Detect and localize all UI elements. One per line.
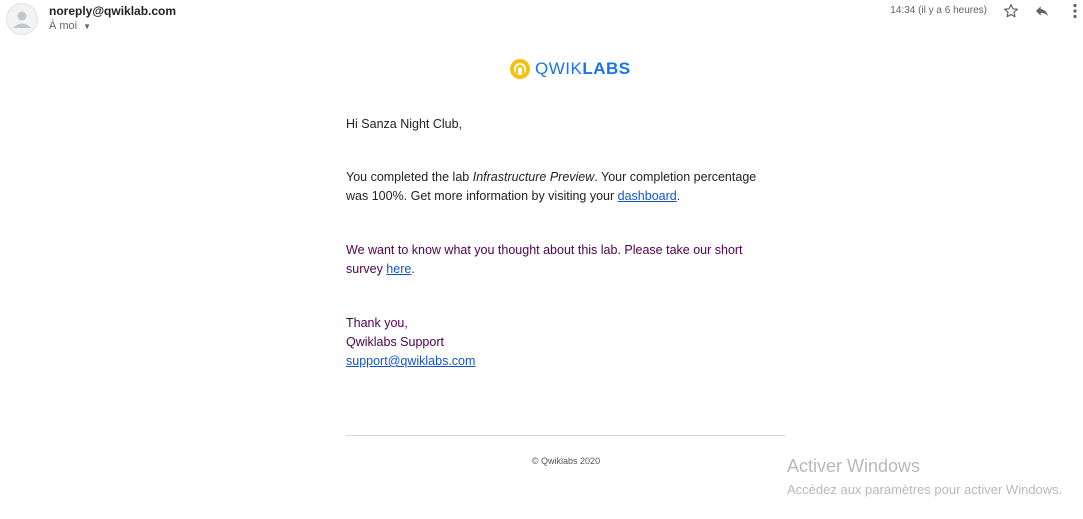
sender-avatar[interactable] <box>6 3 38 35</box>
person-icon <box>13 11 31 28</box>
completion-prefix: You completed the lab <box>346 170 473 184</box>
star-icon[interactable] <box>1002 2 1020 20</box>
email-timestamp: 14:34 (il y a 6 heures) <box>890 5 987 16</box>
windows-activation-subtitle: Accédez aux paramètres pour activer Wind… <box>787 482 1063 497</box>
sender-address[interactable]: noreply@qwiklab.com <box>49 4 176 18</box>
copyright-footer: © Qwiklabs 2020 <box>531 456 601 466</box>
survey-link[interactable]: here <box>386 262 411 276</box>
signoff-block: Thank you, Qwiklabs Support support@qwik… <box>346 314 776 371</box>
survey-suffix: . <box>411 262 415 276</box>
dashboard-link[interactable]: dashboard <box>618 189 677 203</box>
logo-text-bold: LABS <box>582 59 631 78</box>
email-view: noreply@qwiklab.com À moi ▼ 14:34 (il y … <box>0 0 1083 519</box>
thanks-text: Thank you, <box>346 316 408 330</box>
qwiklabs-logo: QWIKLABS <box>509 58 631 80</box>
reply-icon[interactable] <box>1033 2 1051 20</box>
completion-paragraph: You completed the lab Infrastructure Pre… <box>346 168 776 206</box>
chevron-down-icon[interactable]: ▼ <box>83 22 91 31</box>
windows-activation-title: Activer Windows <box>787 456 921 476</box>
lab-name: Infrastructure Preview <box>472 170 595 184</box>
greeting-text: Hi Sanza Night Club, <box>346 117 463 131</box>
support-email-link[interactable]: support@qwiklabs.com <box>346 354 475 368</box>
logo-text-light: QWIK <box>535 59 583 78</box>
recipient-label: À moi <box>49 20 78 32</box>
logo-wordmark: QWIKLABS <box>535 59 631 79</box>
footer-divider <box>346 435 786 436</box>
completion-suffix: . <box>676 189 681 203</box>
more-vert-icon[interactable] <box>1066 2 1083 20</box>
qwiklabs-logo-icon <box>510 59 530 79</box>
survey-paragraph: We want to know what you thought about t… <box>346 241 776 279</box>
recipient-details[interactable]: À moi ▼ <box>49 20 91 32</box>
team-name: Qwiklabs Support <box>346 335 444 349</box>
